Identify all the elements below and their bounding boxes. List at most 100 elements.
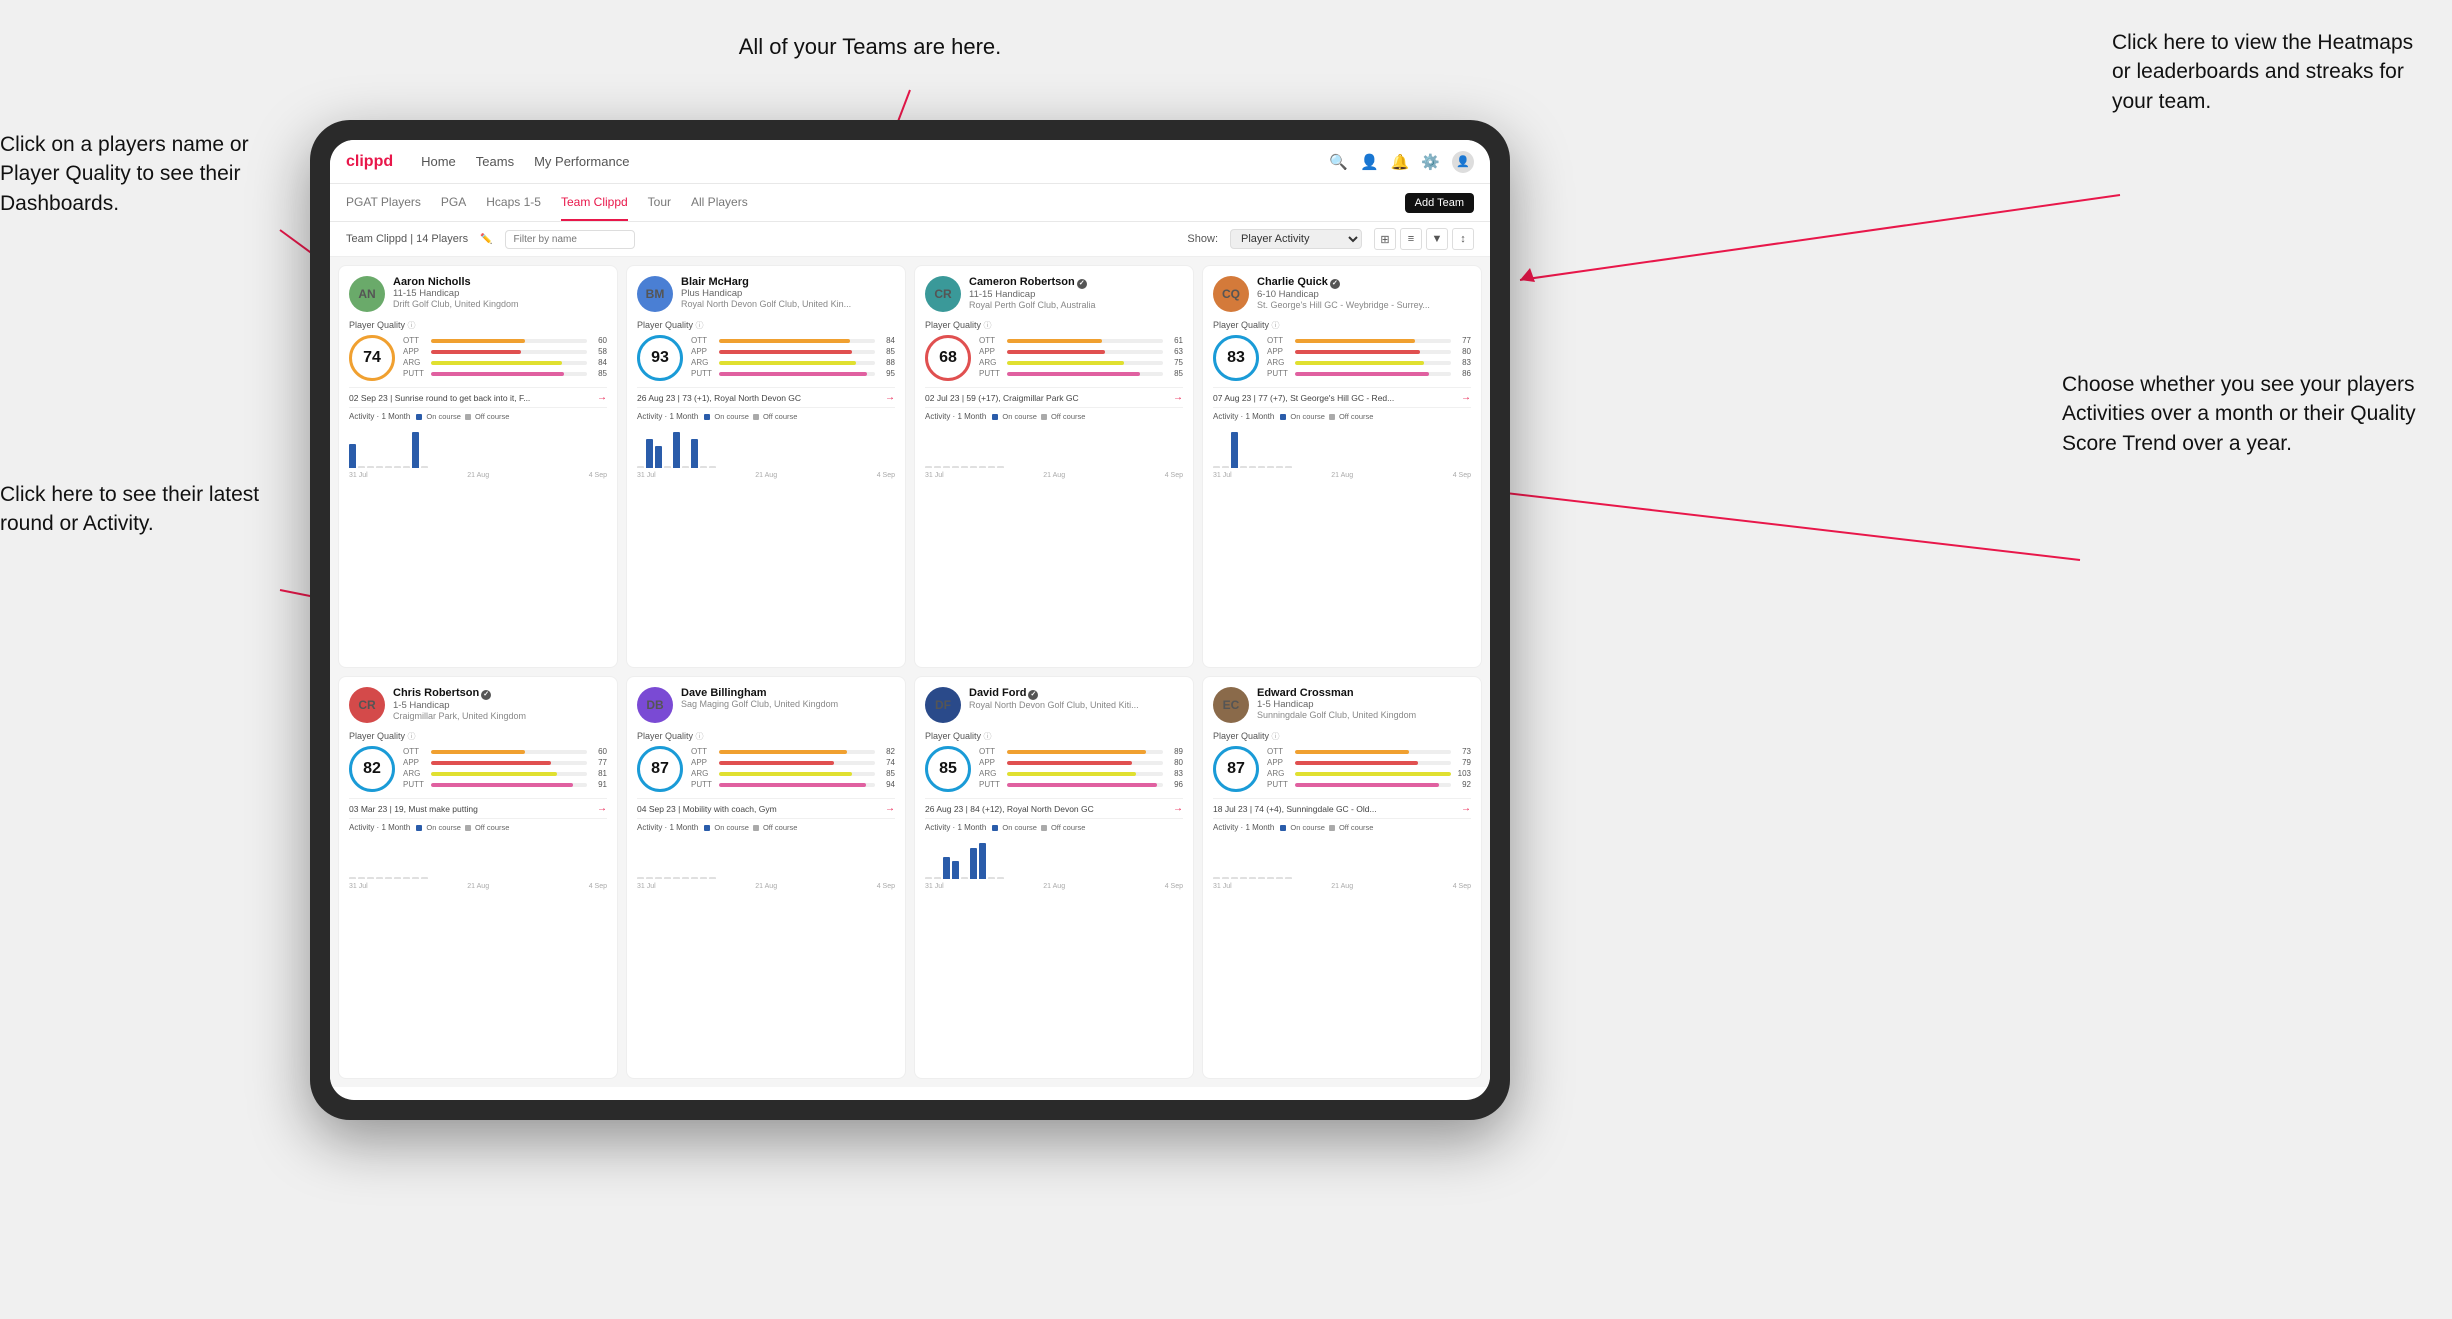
quality-score[interactable]: 93 [637, 335, 683, 381]
user-icon[interactable]: 👤 [1360, 153, 1379, 171]
player-name[interactable]: Dave Billingham [681, 687, 838, 699]
stat-value: 96 [1167, 780, 1183, 789]
filter-button[interactable]: ▼ [1426, 228, 1448, 250]
stat-row: PUTT 85 [403, 369, 607, 378]
sort-button[interactable]: ↕ [1452, 228, 1474, 250]
activity-title: Activity · 1 Month [349, 412, 410, 421]
player-header: CR Cameron Robertson✓ 11-15 Handicap Roy… [925, 276, 1183, 312]
chart-bar [1249, 466, 1256, 468]
player-info: Edward Crossman 1-5 Handicap Sunningdale… [1257, 687, 1416, 720]
settings-icon[interactable]: ⚙️ [1421, 153, 1440, 171]
bell-icon[interactable]: 🔔 [1391, 153, 1410, 171]
player-header: DF David Ford✓ Royal North Devon Golf Cl… [925, 687, 1183, 723]
nav-my-performance[interactable]: My Performance [534, 154, 629, 169]
quality-score[interactable]: 74 [349, 335, 395, 381]
chart-bar [934, 877, 941, 879]
stats-grid: OTT 73 APP 79 ARG 103 P [1267, 747, 1471, 791]
quality-score[interactable]: 87 [1213, 746, 1259, 792]
subnav-team-clippd[interactable]: Team Clippd [561, 184, 628, 221]
chart-bar [349, 444, 356, 468]
on-course-dot [992, 825, 998, 831]
stat-row: PUTT 96 [979, 780, 1183, 789]
player-avatar[interactable]: DB [637, 687, 673, 723]
quality-score[interactable]: 68 [925, 335, 971, 381]
off-course-dot [1041, 414, 1047, 420]
stat-label: PUTT [403, 780, 427, 789]
stat-value: 92 [1455, 780, 1471, 789]
stat-bar-fill [1295, 372, 1429, 376]
player-avatar[interactable]: BM [637, 276, 673, 312]
off-course-dot [1329, 825, 1335, 831]
player-avatar[interactable]: CR [349, 687, 385, 723]
last-round[interactable]: 04 Sep 23 | Mobility with coach, Gym → [637, 798, 895, 814]
chart-bar [700, 877, 707, 879]
quality-score[interactable]: 87 [637, 746, 683, 792]
stat-bar [1007, 361, 1163, 365]
chart-bar [637, 877, 644, 879]
player-name[interactable]: Aaron Nicholls [393, 276, 519, 288]
subnav-tour[interactable]: Tour [648, 184, 671, 221]
player-avatar[interactable]: AN [349, 276, 385, 312]
last-round[interactable]: 03 Mar 23 | 19, Must make putting → [349, 798, 607, 814]
player-header: CR Chris Robertson✓ 1-5 Handicap Craigmi… [349, 687, 607, 723]
subnav-pga[interactable]: PGA [441, 184, 466, 221]
stat-bar-fill [719, 750, 847, 754]
player-name[interactable]: Blair McHarg [681, 276, 851, 288]
show-select[interactable]: Player Activity Quality Score Trend [1230, 229, 1362, 249]
last-round[interactable]: 26 Aug 23 | 73 (+1), Royal North Devon G… [637, 387, 895, 403]
activity-legend: On course Off course [1280, 412, 1373, 421]
verified-badge: ✓ [1077, 279, 1087, 289]
subnav-pgat[interactable]: PGAT Players [346, 184, 421, 221]
last-round[interactable]: 18 Jul 23 | 74 (+4), Sunningdale GC - Ol… [1213, 798, 1471, 814]
quality-score[interactable]: 83 [1213, 335, 1259, 381]
grid-view-button[interactable]: ⊞ [1374, 228, 1396, 250]
player-name[interactable]: Chris Robertson✓ [393, 687, 526, 700]
filter-input[interactable] [505, 230, 635, 249]
last-round[interactable]: 26 Aug 23 | 84 (+12), Royal North Devon … [925, 798, 1183, 814]
add-team-button[interactable]: Add Team [1405, 193, 1474, 213]
off-course-label: Off course [1339, 412, 1373, 421]
stat-bar [431, 339, 587, 343]
stats-grid: OTT 84 APP 85 ARG 88 PU [691, 336, 895, 380]
activity-section: Activity · 1 Month On course Off course … [925, 818, 1183, 890]
player-avatar[interactable]: EC [1213, 687, 1249, 723]
stat-row: APP 79 [1267, 758, 1471, 767]
off-course-label: Off course [475, 823, 509, 832]
search-icon[interactable]: 🔍 [1329, 153, 1348, 171]
list-view-button[interactable]: ≡ [1400, 228, 1422, 250]
stat-row: ARG 81 [403, 769, 607, 778]
chart-dates: 31 Jul 21 Aug 4 Sep [925, 472, 1183, 479]
stat-value: 86 [1455, 369, 1471, 378]
stat-bar [1295, 339, 1451, 343]
quality-score[interactable]: 82 [349, 746, 395, 792]
edit-icon[interactable]: ✏️ [480, 234, 492, 245]
stat-label: APP [979, 758, 1003, 767]
player-name[interactable]: Charlie Quick✓ [1257, 276, 1430, 289]
player-name[interactable]: Edward Crossman [1257, 687, 1416, 699]
activity-section: Activity · 1 Month On course Off course … [637, 407, 895, 479]
stat-bar-fill [431, 350, 521, 354]
chart-bar [1276, 466, 1283, 468]
last-round[interactable]: 02 Sep 23 | Sunrise round to get back in… [349, 387, 607, 403]
player-name[interactable]: Cameron Robertson✓ [969, 276, 1096, 289]
chart-bar [1222, 466, 1229, 468]
subnav-all-players[interactable]: All Players [691, 184, 748, 221]
player-club: St. George's Hill GC - Weybridge - Surre… [1257, 300, 1430, 310]
avatar-icon[interactable]: 👤 [1452, 151, 1474, 173]
subnav-hcaps[interactable]: Hcaps 1-5 [486, 184, 541, 221]
nav-teams[interactable]: Teams [476, 154, 514, 169]
stat-row: ARG 75 [979, 358, 1183, 367]
player-avatar[interactable]: CQ [1213, 276, 1249, 312]
last-round[interactable]: 02 Jul 23 | 59 (+17), Craigmillar Park G… [925, 387, 1183, 403]
quality-score[interactable]: 85 [925, 746, 971, 792]
stat-bar-fill [1295, 783, 1439, 787]
stat-value: 63 [1167, 347, 1183, 356]
chart-bar [403, 466, 410, 468]
activity-title: Activity · 1 Month [637, 412, 698, 421]
player-name[interactable]: David Ford✓ [969, 687, 1139, 700]
player-avatar[interactable]: DF [925, 687, 961, 723]
nav-home[interactable]: Home [421, 154, 456, 169]
player-avatar[interactable]: CR [925, 276, 961, 312]
last-round[interactable]: 07 Aug 23 | 77 (+7), St George's Hill GC… [1213, 387, 1471, 403]
chart-bar [709, 877, 716, 879]
